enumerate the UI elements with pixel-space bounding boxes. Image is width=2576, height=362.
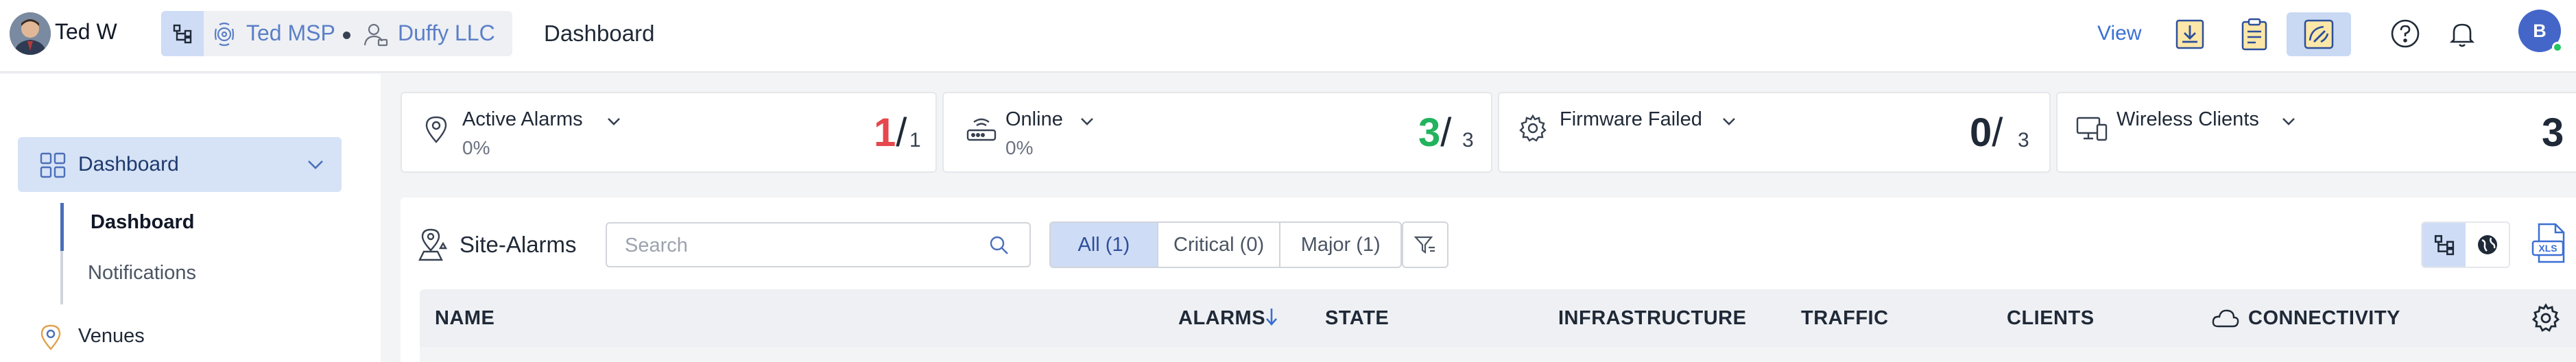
gear-icon[interactable] — [2531, 303, 2561, 337]
help-icon[interactable] — [2389, 18, 2421, 53]
subnav-active-indicator — [60, 203, 64, 251]
filter-major[interactable]: Major (1) — [1280, 223, 1400, 267]
card-title: Active Alarms — [462, 108, 583, 130]
customer-icon — [362, 21, 390, 51]
globe-icon — [2477, 235, 2497, 254]
devices-icon — [2075, 115, 2108, 146]
sidebar-item-venues[interactable]: Venues — [78, 325, 145, 348]
context-switcher[interactable]: Ted MSP Duffy LLC — [161, 11, 512, 56]
card-percent: 0% — [462, 137, 490, 158]
view-monitor-button[interactable] — [2287, 12, 2351, 56]
msp-icon — [211, 21, 238, 51]
dashboard-grid-icon — [40, 152, 66, 182]
column-header-clients[interactable]: CLIENTS — [2007, 307, 2095, 330]
page-title: Dashboard — [544, 21, 655, 46]
sidebar-subitem-notifications[interactable]: Notifications — [88, 262, 196, 285]
separator-dot — [343, 32, 350, 39]
column-header-infrastructure[interactable]: INFRASTRUCTURE — [1558, 307, 1746, 330]
view-label: View — [2097, 22, 2142, 45]
context-customer[interactable]: Duffy LLC — [398, 21, 495, 46]
bell-icon[interactable] — [2446, 18, 2478, 53]
filter-all[interactable]: All (1) — [1051, 223, 1158, 267]
chevron-down-icon[interactable] — [2280, 112, 2298, 134]
clipboard-icon — [2241, 18, 2267, 51]
column-header-state[interactable]: STATE — [1325, 307, 1389, 330]
user-avatar[interactable] — [10, 12, 51, 55]
cloud-icon — [2211, 307, 2240, 333]
stat-card-online[interactable]: Online 0% 3/ 3 — [942, 92, 1492, 173]
user-name[interactable]: Ted W — [55, 19, 117, 45]
card-title: Wireless Clients — [2116, 108, 2259, 130]
chevron-down-icon[interactable] — [1078, 112, 1096, 134]
gauge-icon — [2304, 19, 2334, 49]
search-icon[interactable] — [988, 234, 1010, 260]
globe-view-button[interactable] — [2466, 223, 2509, 267]
chevron-down-icon[interactable] — [1720, 112, 1738, 134]
column-header-connectivity[interactable]: CONNECTIVITY — [2248, 307, 2400, 330]
card-value: 3/ — [1418, 110, 1452, 155]
card-total: 1 — [909, 129, 921, 152]
filter-icon — [1414, 236, 1435, 254]
stat-card-firmware-failed[interactable]: Firmware Failed 0/ 3 — [1498, 92, 2051, 173]
table-row — [420, 347, 2576, 362]
card-percent: 0% — [1005, 137, 1034, 158]
sidebar-item-label: Dashboard — [78, 153, 179, 176]
location-pin-icon — [424, 115, 449, 147]
sidebar: Dashboard Dashboard Notifications Venues — [0, 74, 381, 362]
search-input[interactable] — [625, 232, 968, 259]
download-report-icon — [2175, 19, 2204, 49]
online-status-dot — [2552, 42, 2563, 53]
chevron-down-icon[interactable] — [305, 154, 326, 179]
sidebar-subitem-dashboard[interactable]: Dashboard — [91, 211, 194, 234]
topology-view-button[interactable] — [2422, 223, 2466, 267]
context-msp[interactable]: Ted MSP — [246, 21, 335, 46]
section-title: Site-Alarms — [460, 232, 577, 257]
stat-card-active-alarms[interactable]: Active Alarms 0% 1/ 1 — [401, 92, 937, 173]
advanced-filter-button[interactable] — [1402, 221, 1448, 268]
table-header: NAME ALARMS STATE INFRASTRUCTURE TRAFFIC… — [420, 289, 2576, 347]
site-alarms-panel: Site-Alarms All (1) Critical (0) Major (… — [401, 197, 2576, 362]
location-pin-icon — [38, 324, 63, 354]
router-icon — [966, 115, 997, 146]
export-xls-button[interactable]: XLS — [2531, 222, 2569, 268]
card-title: Firmware Failed — [1560, 108, 1702, 130]
card-value: 1/ — [874, 110, 907, 155]
filter-critical[interactable]: Critical (0) — [1158, 223, 1281, 267]
view-download-button[interactable] — [2158, 12, 2222, 56]
card-title: Online — [1005, 108, 1063, 130]
card-total: 3 — [2018, 129, 2029, 152]
site-alarm-icon — [417, 228, 449, 265]
column-header-alarms[interactable]: ALARMS — [1178, 307, 1265, 330]
sort-descending-icon[interactable] — [1264, 306, 1279, 331]
column-header-name[interactable]: NAME — [435, 307, 494, 330]
column-header-traffic[interactable]: TRAFFIC — [1801, 307, 1889, 330]
view-toggle — [2421, 221, 2510, 268]
sidebar-item-dashboard[interactable]: Dashboard — [18, 137, 342, 192]
view-checklist-button[interactable] — [2222, 12, 2287, 56]
xls-file-icon: XLS — [2531, 223, 2565, 263]
card-total: 3 — [1462, 129, 1474, 152]
search-field[interactable] — [606, 222, 1031, 267]
stat-card-wireless-clients[interactable]: Wireless Clients 3 — [2056, 92, 2576, 173]
gear-icon — [1518, 114, 1547, 146]
topology-icon — [2434, 234, 2454, 256]
svg-text:XLS: XLS — [2538, 243, 2557, 254]
card-value: 3 — [2542, 110, 2564, 155]
topology-icon[interactable] — [161, 11, 204, 56]
top-bar: Ted W Ted MSP Duffy LLC Dashboard View B — [0, 0, 2576, 73]
chevron-down-icon[interactable] — [605, 112, 623, 134]
card-value: 0/ — [1970, 110, 2003, 155]
severity-filter: All (1) Critical (0) Major (1) — [1049, 221, 1402, 268]
